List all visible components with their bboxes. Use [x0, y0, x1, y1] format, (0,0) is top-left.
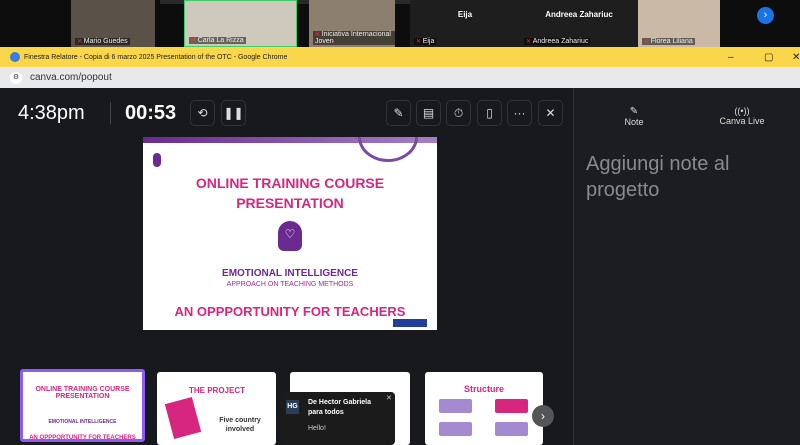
notes-input[interactable]: Aggiungi note al progetto	[586, 151, 776, 203]
thumb-title: Structure	[463, 384, 504, 394]
next-thumbnails-chevron-icon[interactable]: ›	[532, 405, 554, 427]
structure-box	[495, 422, 528, 436]
current-slide: ONLINE TRAINING COURSE PRESENTATION ♡ EM…	[143, 137, 437, 330]
clock: 4:38pm	[18, 102, 85, 124]
slide-subtitle-2: APPROACH ON TEACHING METHODS	[226, 281, 354, 288]
thumb-sub: Five country involved	[219, 417, 261, 433]
reset-timer-button[interactable]: ⟲	[190, 100, 215, 126]
pause-icon: ❚❚	[223, 106, 244, 120]
structure-box	[439, 422, 472, 436]
next-page-chevron-icon[interactable]: ›	[757, 7, 774, 24]
remote-button[interactable]: ▯	[477, 100, 502, 126]
book-icon	[164, 396, 202, 440]
participant-name: Eija	[414, 38, 437, 45]
thumbnail-slide-2[interactable]: THE PROJECT Five country involved	[157, 372, 276, 445]
site-info-icon[interactable]: ⚙	[10, 71, 22, 84]
broadcast-icon: ((•))	[734, 106, 750, 116]
participant-tile[interactable]: Eija Eija	[410, 0, 520, 47]
sender-avatar: HG	[286, 400, 299, 414]
eu-flag-icon	[393, 319, 427, 327]
keyboard-button[interactable]: ▤	[416, 100, 441, 126]
participant-tile[interactable]: Iniciativa Internacional Joven	[309, 0, 395, 47]
window-title-bar: Finestra Relatore - Copia di 6 marzo 202…	[0, 47, 800, 67]
thumb-title: THE PROJECT	[188, 386, 245, 395]
chat-toast[interactable]: HG De Hector Gabriela para todos Hello! …	[280, 392, 395, 445]
maximize-button[interactable]: ▢	[764, 52, 773, 63]
remote-icon: ▯	[486, 106, 493, 120]
thumb-title: ONLINE TRAINING COURSE PRESENTATION	[35, 386, 130, 400]
tab-live-label: Canva Live	[719, 116, 765, 126]
slide-subtitle: EMOTIONAL INTELLIGENCE	[222, 268, 358, 279]
pen-icon: ✎	[393, 106, 404, 120]
structure-box	[439, 399, 472, 413]
slide-title-2: PRESENTATION	[236, 195, 344, 211]
divider	[110, 102, 111, 124]
participant-name: Iniciativa Internacional Joven	[313, 31, 395, 45]
chrome-icon	[10, 52, 20, 62]
video-strip: Mario Guedes Carla La Rizza Iniciativa I…	[0, 0, 800, 47]
thumb-sub: EMOTIONAL INTELLIGENCE	[48, 419, 117, 425]
note-icon: ✎	[629, 106, 639, 117]
thumb-tag: AN OPPPORTUNITY FOR TEACHERS	[29, 435, 136, 441]
minimize-button[interactable]: –	[728, 52, 734, 63]
toast-message: Hello!	[308, 425, 326, 432]
url-text[interactable]: canva.com/popout	[30, 72, 112, 83]
close-window-button[interactable]: ✕	[792, 52, 800, 63]
participant-name: Carla La Rizza	[189, 37, 246, 44]
thumbnail-slide-1[interactable]: ONLINE TRAINING COURSE PRESENTATION EMOT…	[20, 369, 145, 442]
draw-button[interactable]: ✎	[386, 100, 411, 126]
slide-tagline: AN OPPPORTUNITY FOR TEACHERS	[174, 304, 406, 319]
participant-tile[interactable]: Mario Guedes	[71, 0, 155, 47]
more-icon: ···	[513, 106, 526, 120]
participant-tile[interactable]: Florea Liliana	[638, 0, 720, 47]
decor-circle	[358, 137, 418, 162]
participant-tile[interactable]: Andreea Zahariuc Andreea Zahariuc	[520, 0, 638, 47]
toast-close-icon[interactable]: ✕	[386, 394, 392, 402]
participant-tile-active[interactable]: Carla La Rizza	[184, 0, 297, 47]
tab-note-label: Note	[624, 117, 644, 127]
window-title: Finestra Relatore - Copia di 6 marzo 202…	[24, 53, 288, 61]
heart-head-logo-icon: ♡	[278, 221, 302, 251]
participant-name: Andreea Zahariuc	[524, 38, 591, 45]
stopwatch-icon: ⏱	[453, 105, 464, 120]
thumbnail-slide-4[interactable]: Structure	[425, 372, 543, 445]
keyboard-icon: ▤	[422, 106, 435, 120]
participant-name: Florea Liliana	[642, 38, 695, 45]
structure-box	[495, 399, 528, 413]
tab-canva-live[interactable]: ((•)) Canva Live	[712, 106, 772, 126]
notes-panel: ✎ Note ((•)) Canva Live Aggiungi note al…	[573, 88, 800, 445]
timer: 00:53	[125, 102, 177, 124]
pause-button[interactable]: ❚❚	[221, 100, 246, 126]
participant-label: Eija	[457, 10, 473, 19]
address-bar[interactable]: ⚙ canva.com/popout	[0, 67, 800, 88]
logo-icon	[153, 153, 161, 167]
participant-label: Andreea Zahariuc	[545, 10, 613, 19]
toast-sender: De Hector Gabriela para todos	[308, 399, 372, 416]
more-button[interactable]: ···	[507, 100, 532, 126]
close-icon: ✕	[545, 106, 556, 120]
timer-button[interactable]: ⏱	[446, 100, 471, 126]
participant-name: Mario Guedes	[75, 38, 130, 45]
close-presenter-button[interactable]: ✕	[538, 100, 563, 126]
history-icon: ⟲	[197, 106, 208, 120]
tab-note[interactable]: ✎ Note	[614, 106, 654, 127]
slide-title-1: ONLINE TRAINING COURSE	[195, 175, 385, 191]
